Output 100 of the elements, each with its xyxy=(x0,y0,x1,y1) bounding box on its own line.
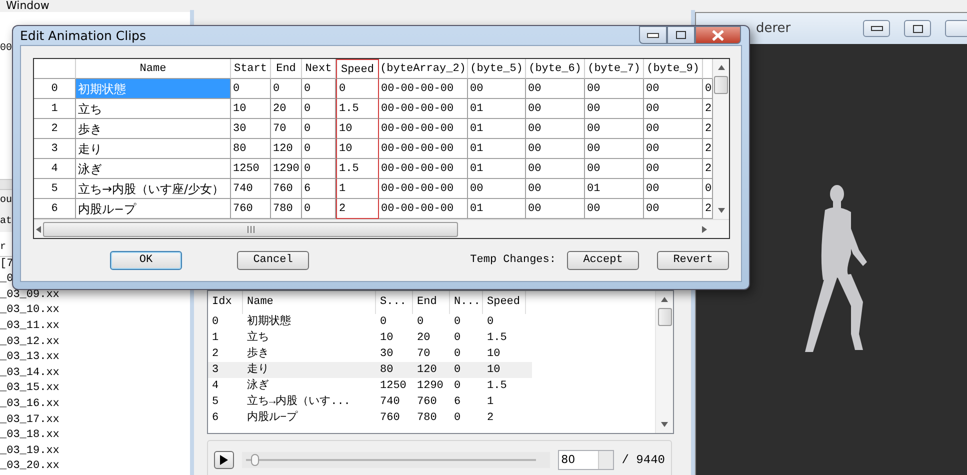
file-item[interactable]: _03_11.xx xyxy=(0,319,190,335)
table-cell[interactable]: 1290 xyxy=(271,159,302,179)
table-cell[interactable]: 00 xyxy=(644,119,703,139)
scroll-right-arrow[interactable] xyxy=(700,224,709,234)
table-cell[interactable]: 00 xyxy=(644,139,703,159)
table-cell[interactable]: 00 xyxy=(644,79,703,99)
table-cell[interactable]: 10 xyxy=(336,139,379,159)
scroll-down-arrow[interactable] xyxy=(716,206,726,215)
accept-button[interactable]: Accept xyxy=(567,250,639,270)
scrollbar[interactable] xyxy=(34,219,729,238)
table-cell[interactable]: 1.5 xyxy=(336,99,379,119)
table-cell[interactable]: 01 xyxy=(468,159,526,179)
table-cell[interactable]: 70 xyxy=(271,119,302,139)
column-header[interactable]: Speed xyxy=(483,291,526,314)
column-header[interactable]: Name xyxy=(76,59,231,79)
column-header[interactable]: End xyxy=(271,59,302,79)
list-row[interactable]: 4 泳ぎ 1250 1290 0 1.5 xyxy=(208,378,655,394)
table-cell[interactable]: 0 xyxy=(302,119,336,139)
scroll-thumb[interactable] xyxy=(714,76,728,94)
maximize-button[interactable] xyxy=(667,26,695,44)
table-cell[interactable]: 740 xyxy=(231,179,271,199)
table-cell[interactable]: 00 xyxy=(585,159,644,179)
scroll-left-arrow[interactable] xyxy=(34,224,43,234)
table-cell[interactable]: 01 xyxy=(468,99,526,119)
minimize-button[interactable] xyxy=(863,20,890,37)
list-row[interactable]: 0 初期状態 0 0 0 0 xyxy=(208,314,655,330)
column-header[interactable]: (byte_5) xyxy=(468,59,526,79)
close-button[interactable] xyxy=(945,20,967,37)
file-item[interactable]: _03_17.xx xyxy=(0,412,190,428)
table-cell[interactable]: 00 xyxy=(585,79,644,99)
play-button[interactable] xyxy=(214,451,234,469)
table-cell[interactable]: 00 xyxy=(526,99,585,119)
table-cell[interactable]: 0 xyxy=(336,79,379,99)
list-row[interactable]: 2 歩き 30 70 0 10 xyxy=(208,346,655,362)
column-header[interactable]: End xyxy=(413,291,450,314)
table-cell[interactable]: 6 xyxy=(302,179,336,199)
file-item[interactable]: _03_19.xx xyxy=(0,444,190,460)
column-header[interactable]: (byte_6) xyxy=(526,59,585,79)
table-cell[interactable]: 00 xyxy=(644,99,703,119)
table-cell[interactable]: 01 xyxy=(468,119,526,139)
table-cell[interactable]: 1250 xyxy=(231,159,271,179)
column-header[interactable]: (byte_7) xyxy=(585,59,644,79)
column-header[interactable]: Name xyxy=(243,291,376,314)
table-cell[interactable]: 泳ぎ xyxy=(76,159,231,179)
table-cell[interactable]: 0 xyxy=(231,79,271,99)
list-row[interactable]: 1 立ち 10 20 0 1.5 xyxy=(208,330,655,346)
timeline-slider[interactable] xyxy=(242,452,550,468)
file-item[interactable]: _03_10.xx xyxy=(0,303,190,320)
frame-spinbox[interactable]: 80 xyxy=(558,450,614,470)
column-header[interactable]: S... xyxy=(376,291,413,314)
table-cell[interactable]: 0 xyxy=(302,99,336,119)
file-item[interactable]: _03_16.xx xyxy=(0,397,190,413)
table-cell[interactable]: 00 xyxy=(585,139,644,159)
column-header[interactable]: N... xyxy=(450,291,483,314)
table-cell[interactable]: 00 xyxy=(526,79,585,99)
column-header[interactable]: (byteArray_2) xyxy=(379,59,468,79)
table-cell[interactable]: 0 xyxy=(271,79,302,99)
table-cell[interactable]: 10 xyxy=(231,99,271,119)
table-cell[interactable]: 00 xyxy=(526,159,585,179)
table-cell[interactable]: 立ち→内股（いす座/少女） xyxy=(76,179,231,199)
table-cell[interactable]: 立ち xyxy=(76,99,231,119)
column-header[interactable]: Idx xyxy=(208,291,243,314)
file-item[interactable]: _03_12.xx xyxy=(0,334,190,350)
table-cell[interactable]: 00-00-00-00 xyxy=(379,99,468,119)
table-cell[interactable]: 00-00-00-00 xyxy=(379,119,468,139)
table-cell[interactable]: 760 xyxy=(271,179,302,199)
column-header[interactable]: Speed xyxy=(336,59,379,79)
table-cell[interactable]: 120 xyxy=(271,139,302,159)
table-cell[interactable]: 歩き xyxy=(76,119,231,139)
scroll-thumb[interactable] xyxy=(658,308,672,326)
table-cell[interactable]: 00-00-00-00 xyxy=(379,159,468,179)
file-item[interactable]: _03_14.xx xyxy=(0,366,190,382)
minimize-button[interactable] xyxy=(639,26,667,44)
close-button[interactable] xyxy=(695,26,741,44)
table-cell[interactable]: 00 xyxy=(585,119,644,139)
column-header[interactable]: Start xyxy=(231,59,271,79)
table-cell[interactable]: 00-00-00-00 xyxy=(379,139,468,159)
table-cell[interactable]: 0 xyxy=(302,79,336,99)
table-cell[interactable]: 00 xyxy=(468,79,526,99)
table-cell[interactable]: 30 xyxy=(231,119,271,139)
scroll-up-arrow[interactable] xyxy=(716,63,726,72)
list-row[interactable]: 5 立ち→内股（いす... 740 760 6 1 xyxy=(208,394,655,410)
column-header[interactable]: Next xyxy=(302,59,336,79)
scroll-up-arrow[interactable] xyxy=(660,295,669,304)
table-cell[interactable]: 00 xyxy=(526,119,585,139)
table-cell[interactable]: 走り xyxy=(76,139,231,159)
table-cell[interactable]: 00 xyxy=(644,179,703,199)
file-item[interactable]: _03_13.xx xyxy=(0,350,190,366)
table-cell[interactable]: 0 xyxy=(302,139,336,159)
file-item[interactable]: _03_18.xx xyxy=(0,428,190,444)
table-cell[interactable]: 00 xyxy=(526,179,585,199)
file-item[interactable]: _03_20.xx xyxy=(0,459,190,475)
table-cell[interactable]: 0 xyxy=(302,159,336,179)
table-cell[interactable]: 00 xyxy=(585,99,644,119)
ok-button[interactable]: OK xyxy=(110,250,182,270)
file-item[interactable]: _03_09.xx xyxy=(0,288,190,304)
table-cell[interactable]: 01 xyxy=(585,179,644,199)
cancel-button[interactable]: Cancel xyxy=(237,250,309,270)
table-cell[interactable]: 00 xyxy=(526,139,585,159)
maximize-button[interactable] xyxy=(904,20,931,37)
